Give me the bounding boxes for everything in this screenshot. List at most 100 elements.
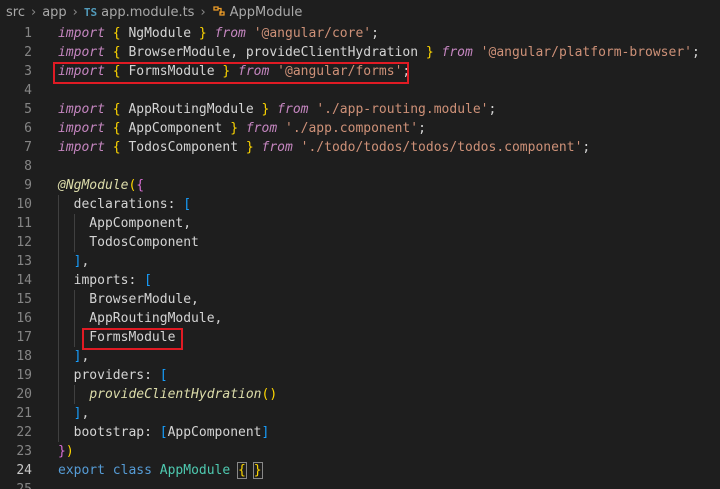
code-text: declarations: [ xyxy=(58,195,191,214)
code-token: FormsModule xyxy=(58,330,176,345)
code-token: bootstrap: xyxy=(58,425,160,440)
code-line-22[interactable]: 22 bootstrap: [AppComponent] xyxy=(0,423,720,442)
breadcrumb: src › app › TS app.module.ts › AppModule xyxy=(0,0,720,24)
symbol-class-icon xyxy=(212,5,226,20)
code-line-21[interactable]: 21 ], xyxy=(0,404,720,423)
code-token: } xyxy=(230,121,239,136)
code-token: ; xyxy=(418,121,426,136)
code-line-8[interactable]: 8 xyxy=(0,157,720,176)
breadcrumb-file[interactable]: app.module.ts xyxy=(101,5,194,20)
code-line-11[interactable]: 11 AppComponent, xyxy=(0,214,720,233)
code-token: [ xyxy=(159,425,168,440)
code-token: ; xyxy=(371,26,379,41)
code-line-25[interactable]: 25 xyxy=(0,480,720,489)
code-line-23[interactable]: 23}) xyxy=(0,442,720,461)
breadcrumb-app[interactable]: app xyxy=(42,5,66,20)
line-number: 9 xyxy=(24,178,32,193)
code-text: BrowserModule, xyxy=(58,290,199,309)
chevron-right-icon: › xyxy=(72,4,78,20)
code-token: AppRoutingModule xyxy=(120,102,262,117)
code-token: TodosComponent xyxy=(58,235,199,250)
code-text: import { NgModule } from '@angular/core'… xyxy=(58,24,379,43)
line-number: 4 xyxy=(24,83,32,98)
code-editor[interactable]: src › app › TS app.module.ts › AppModule… xyxy=(0,0,720,489)
code-token: AppComponent xyxy=(120,121,231,136)
code-text: ], xyxy=(58,404,90,423)
breadcrumb-symbol[interactable]: AppModule xyxy=(230,5,303,20)
code-line-6[interactable]: 6 import { AppComponent } from './app.com… xyxy=(0,119,720,138)
code-line-7[interactable]: 7 import { TodosComponent } from './todo/… xyxy=(0,138,720,157)
code-token: { xyxy=(112,121,121,136)
code-token: } xyxy=(252,462,263,479)
code-token: './app.component' xyxy=(285,121,419,136)
code-text: FormsModule xyxy=(58,328,175,347)
code-token: [ xyxy=(183,197,192,212)
line-number: 21 xyxy=(16,406,32,421)
code-token: from xyxy=(245,121,278,136)
code-line-4[interactable]: 4 xyxy=(0,81,720,100)
code-token: '@angular/forms' xyxy=(277,64,403,79)
code-token: from xyxy=(214,26,246,41)
code-line-9[interactable]: 9 @NgModule({ xyxy=(0,176,720,195)
code-line-16[interactable]: 16 AppRoutingModule, xyxy=(0,309,720,328)
code-token: } xyxy=(245,140,254,155)
code-line-14[interactable]: 14 imports: [ xyxy=(0,271,720,290)
code-text: ], xyxy=(58,252,90,271)
code-line-1[interactable]: 1 import { NgModule } from '@angular/core… xyxy=(0,24,720,43)
code-line-20[interactable]: 20 provideClientHydration() xyxy=(0,385,720,404)
code-line-19[interactable]: 19 providers: [ xyxy=(0,366,720,385)
typescript-file-icon: TS xyxy=(83,5,98,19)
code-token: @NgModule xyxy=(58,178,129,193)
code-line-12[interactable]: 12 TodosComponent xyxy=(0,233,720,252)
line-number: 22 xyxy=(16,425,32,440)
code-line-5[interactable]: 5 import { AppRoutingModule } from './app… xyxy=(0,100,720,119)
code-token: AppModule xyxy=(159,463,231,478)
code-token: ; xyxy=(488,102,497,117)
code-token: import xyxy=(58,45,105,60)
code-text: }) xyxy=(58,442,74,461)
code-line-17[interactable]: 17 FormsModule xyxy=(0,328,720,347)
line-number: 3 xyxy=(24,64,32,79)
code-text: export class AppModule { } xyxy=(58,461,263,480)
code-token: AppRoutingModule, xyxy=(58,311,223,326)
code-token: from xyxy=(277,102,309,117)
code-token: import xyxy=(58,102,105,117)
line-number: 23 xyxy=(16,444,32,459)
code-token: declarations: xyxy=(58,197,184,212)
code-token: () xyxy=(261,387,278,402)
code-token: class xyxy=(112,463,152,478)
code-line-18[interactable]: 18 ], xyxy=(0,347,720,366)
code-line-24[interactable]: 24 export class AppModule { } xyxy=(0,461,720,480)
code-token: AppComponent xyxy=(167,425,262,440)
code-area[interactable]: 1 import { NgModule } from '@angular/core… xyxy=(0,24,720,489)
code-text: AppRoutingModule, xyxy=(58,309,222,328)
code-token: AppComponent, xyxy=(58,216,192,231)
code-token: TodosComponent xyxy=(120,140,246,155)
code-text: provideClientHydration() xyxy=(58,385,277,404)
breadcrumb-src[interactable]: src xyxy=(6,5,25,20)
code-line-2[interactable]: 2 import { BrowserModule, provideClientHy… xyxy=(0,43,720,62)
code-line-15[interactable]: 15 BrowserModule, xyxy=(0,290,720,309)
code-token: ; xyxy=(582,140,591,155)
line-number: 10 xyxy=(16,197,32,212)
code-token: , xyxy=(81,254,90,269)
code-line-10[interactable]: 10 declarations: [ xyxy=(0,195,720,214)
code-text: TodosComponent xyxy=(58,233,199,252)
line-number: 12 xyxy=(16,235,32,250)
code-line-3[interactable]: 3 import { FormsModule } from '@angular/f… xyxy=(0,62,720,81)
code-line-13[interactable]: 13 ], xyxy=(0,252,720,271)
line-number: 1 xyxy=(24,26,32,41)
